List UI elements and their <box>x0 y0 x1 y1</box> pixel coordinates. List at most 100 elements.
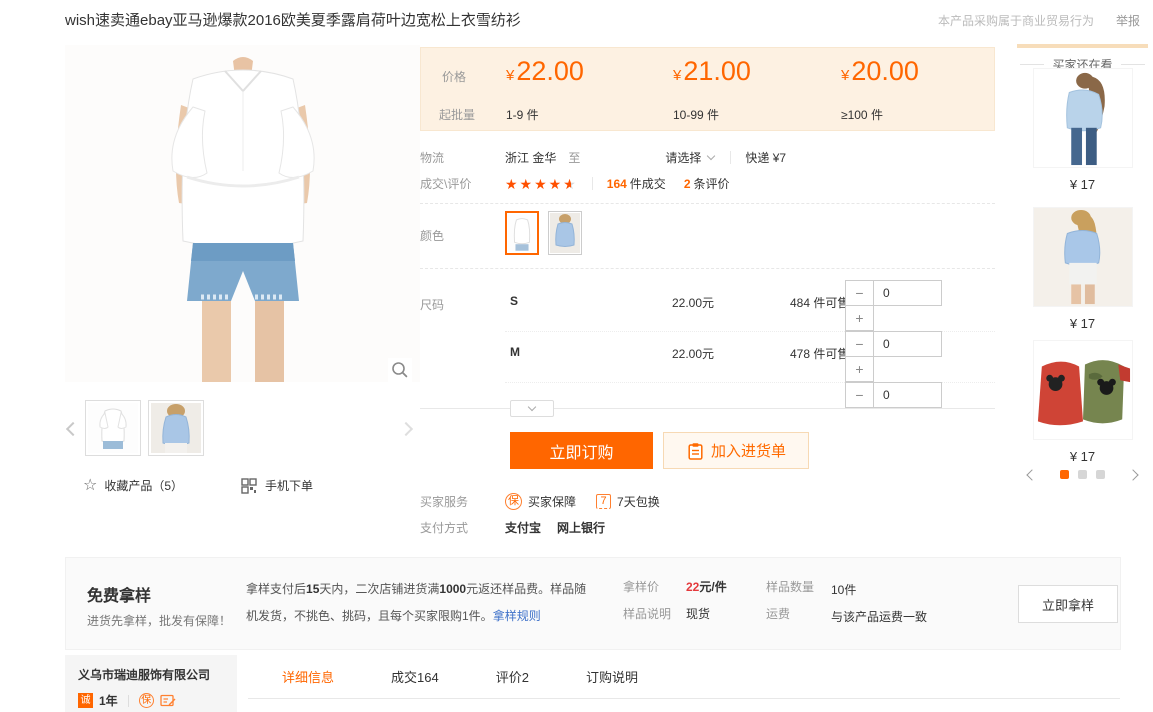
page-title: wish速卖通ebay亚马逊爆款2016欧美夏季露肩荷叶边宽松上衣雪纺衫 <box>65 9 521 30</box>
divider <box>1020 64 1044 65</box>
recommended-item-image <box>1033 68 1133 168</box>
rating-stars: ★★★★★★ <box>505 177 578 191</box>
order-now-button[interactable]: 立即订购 <box>510 432 653 469</box>
seven-day-exchange-link[interactable]: 7 7天包换 <box>596 493 660 510</box>
sample-title: 免费拿样 <box>87 582 151 606</box>
minus-button[interactable]: − <box>845 280 874 306</box>
thumbs-next-button[interactable] <box>398 417 414 441</box>
tier-moq: 1-9 件 <box>506 106 539 123</box>
tab-reviews[interactable]: 评价2 <box>496 667 529 686</box>
tier-price: 21.00 <box>683 56 751 86</box>
main-product-image[interactable] <box>65 45 420 382</box>
thumbs-prev-button[interactable] <box>65 417 81 441</box>
dashed-divider <box>420 203 995 204</box>
pagination-prev-icon[interactable] <box>1026 469 1037 480</box>
tab-order-instructions[interactable]: 订购说明 <box>586 667 638 686</box>
add-to-purchase-list-button[interactable]: 加入进货单 <box>663 432 809 469</box>
pagination-dot[interactable] <box>1078 470 1087 479</box>
destination-select[interactable]: 请选择 <box>665 149 716 166</box>
sample-qty-label: 样品数量 <box>766 578 814 595</box>
thumbnail-blue[interactable] <box>148 400 204 456</box>
review-count-suffix: 条评价 <box>694 177 730 191</box>
chevron-right-icon <box>399 422 413 436</box>
report-link[interactable]: 举报 <box>1116 12 1140 29</box>
get-sample-button[interactable]: 立即拿样 <box>1018 585 1118 623</box>
divider <box>730 151 731 164</box>
company-name-link[interactable]: 义乌市瑞迪服饰有限公司 <box>78 666 224 683</box>
review-count-link[interactable]: 2条评价 <box>684 175 730 192</box>
sample-price-value: 22元/件 <box>686 578 727 595</box>
detail-tabs: 详细信息 成交164 评价2 订购说明 <box>248 655 1120 699</box>
protection-badge-icon: 保 <box>139 693 154 708</box>
pagination-dot[interactable] <box>1096 470 1105 479</box>
pagination-next-icon[interactable] <box>1127 469 1138 480</box>
size-price: 22.00元 <box>672 345 714 362</box>
pagination-dot-active[interactable] <box>1060 470 1069 479</box>
sample-note-value: 现货 <box>686 605 710 622</box>
size-name: M <box>510 345 520 359</box>
deal-count: 164 <box>607 177 627 191</box>
minus-button[interactable]: − <box>845 331 874 357</box>
product-detail-page: wish速卖通ebay亚马逊爆款2016欧美夏季露肩荷叶边宽松上衣雪纺衫 本产品… <box>0 0 1153 712</box>
color-label: 颜色 <box>420 211 505 255</box>
tab-deals[interactable]: 成交164 <box>391 667 439 686</box>
tier-price: 20.00 <box>851 56 919 86</box>
trade-note: 本产品采购属于商业贸易行为 <box>938 12 1094 29</box>
color-row: 颜色 <box>420 211 591 255</box>
divider <box>128 695 129 707</box>
recommended-item-price: ¥ 17 <box>1012 177 1153 192</box>
sample-rules-link[interactable]: 拿样规则 <box>493 609 541 623</box>
dashed-divider <box>420 268 995 269</box>
color-swatch-white[interactable] <box>505 211 539 255</box>
to-label: 至 <box>568 149 653 166</box>
seven-day-exchange-label: 7天包换 <box>617 493 660 510</box>
zoom-button[interactable] <box>388 358 412 382</box>
logistics-label: 物流 <box>420 149 505 166</box>
expand-sizes-button[interactable] <box>510 400 554 417</box>
buyer-protection-label: 买家保障 <box>528 493 576 510</box>
thumbnail-white[interactable] <box>85 400 141 456</box>
tab-detail-info[interactable]: 详细信息 <box>282 667 334 686</box>
chevron-down-icon <box>528 403 536 411</box>
divider <box>1121 64 1145 65</box>
quantity-input[interactable] <box>873 280 942 306</box>
deals-row: 成交\评价 ★★★★★★ 164件成交 2条评价 <box>420 175 995 192</box>
quantity-input[interactable] <box>873 382 942 408</box>
size-row-m: M 22.00元 478 件可售 − + <box>505 331 995 382</box>
recommended-item[interactable]: ¥ 17 <box>1012 340 1153 464</box>
size-name: S <box>510 294 518 308</box>
credit-badge-icon: 诚 <box>78 693 93 708</box>
tier-moq: ≥100 件 <box>841 106 883 123</box>
payment-row: 支付方式 支付宝 网上银行 <box>420 519 995 536</box>
magnifier-icon <box>390 360 410 380</box>
sample-subtitle: 进货先拿样，批发有保障！ <box>87 612 231 629</box>
deal-count-link[interactable]: 164件成交 <box>607 175 666 192</box>
favorite-button[interactable]: ☆ 收藏产品（5） <box>83 477 183 494</box>
buyer-protection-link[interactable]: 保 买家保障 <box>505 493 576 510</box>
chevron-down-icon <box>707 152 715 160</box>
certification-icon <box>160 693 176 708</box>
size-stock: 484 件可售 <box>790 294 849 311</box>
destination-value: 请选择 <box>665 151 701 165</box>
tier-moq: 10-99 件 <box>673 106 719 123</box>
recommended-item[interactable]: ¥ 17 <box>1012 68 1153 192</box>
sample-note-label: 样品说明 <box>623 605 671 622</box>
recommended-item[interactable]: ¥ 17 <box>1012 207 1153 331</box>
favorite-label: 收藏产品（5） <box>104 477 183 494</box>
mobile-order-button[interactable]: 手机下单 <box>241 477 313 494</box>
chevron-left-icon <box>66 422 80 436</box>
sample-freight-value: 与该产品运费一致 <box>831 605 931 629</box>
minus-button[interactable]: − <box>845 382 874 408</box>
quantity-input[interactable] <box>873 331 942 357</box>
currency-symbol: ¥ <box>841 67 849 84</box>
plus-button[interactable]: + <box>845 305 874 331</box>
size-label: 尺码 <box>420 296 444 313</box>
company-card: 义乌市瑞迪服饰有限公司 诚 1年 保 <box>65 655 237 712</box>
qr-code-icon <box>241 478 257 494</box>
color-swatch-blue[interactable] <box>548 211 582 255</box>
product-gallery: ☆ 收藏产品（5） 手机下单 <box>65 45 420 545</box>
price-tier: ¥20.00 ≥100 件 <box>841 56 919 87</box>
plus-button[interactable]: + <box>845 356 874 382</box>
recommended-item-price: ¥ 17 <box>1012 449 1153 464</box>
quantity-stepper: − <box>845 382 942 408</box>
